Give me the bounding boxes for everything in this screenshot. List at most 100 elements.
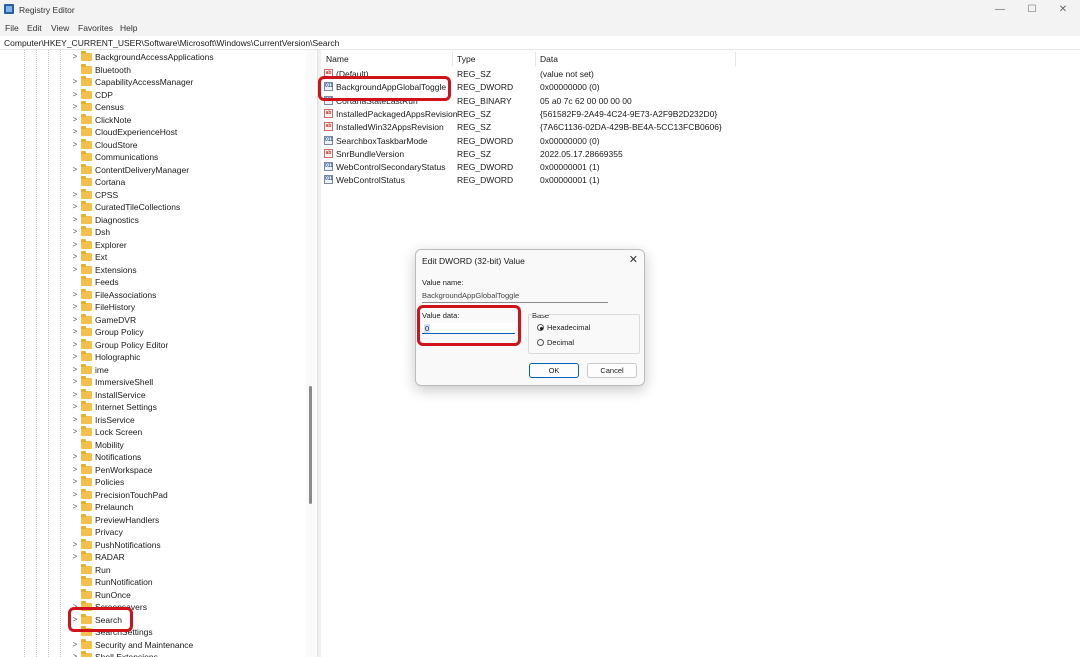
tree-item-label[interactable]: Feeds [95, 277, 119, 287]
address-bar[interactable]: Computer\HKEY_CURRENT_USER\Software\Micr… [0, 36, 1080, 50]
tree-item[interactable]: > CloudStore [0, 138, 300, 152]
close-button[interactable]: ✕ [1055, 3, 1071, 17]
tree-item[interactable]: > GameDVR [0, 313, 300, 327]
chevron-right-icon[interactable]: > [72, 290, 78, 299]
tree-item[interactable]: SearchSettings [0, 626, 300, 639]
decimal-label[interactable]: Decimal [547, 338, 574, 347]
tree-item-label[interactable]: Communications [95, 152, 158, 162]
chevron-right-icon[interactable]: > [72, 352, 78, 361]
chevron-right-icon[interactable]: > [72, 640, 78, 649]
tree-item[interactable]: RunOnce [0, 588, 300, 602]
chevron-right-icon[interactable]: > [72, 390, 78, 399]
tree-item[interactable]: Communications [0, 151, 300, 164]
column-separator[interactable] [452, 52, 453, 66]
tree-item[interactable]: > Group Policy Editor [0, 338, 300, 352]
column-separator[interactable] [535, 52, 536, 66]
value-row[interactable]: 011 SearchboxTaskbarMode REG_DWORD 0x000000… [321, 134, 1080, 147]
tree-item-label[interactable]: Extensions [95, 265, 137, 275]
tree-item-label[interactable]: Dsh [95, 227, 110, 237]
tree-item[interactable]: > Ext [0, 251, 300, 264]
tree-item-label[interactable]: Shell Extensions [95, 652, 158, 657]
chevron-right-icon[interactable]: > [72, 327, 78, 336]
tree-item-label[interactable]: Security and Maintenance [95, 640, 193, 650]
chevron-right-icon[interactable]: > [72, 102, 78, 111]
tree-item[interactable]: > PushNotifications [0, 538, 300, 552]
tree-item[interactable]: > Holographic [0, 351, 300, 364]
tree-item[interactable]: > Policies [0, 476, 300, 489]
chevron-right-icon[interactable]: > [72, 452, 78, 461]
tree-item-label[interactable]: CPSS [95, 190, 118, 200]
tree-item-label[interactable]: ClickNote [95, 115, 131, 125]
chevron-right-icon[interactable]: > [72, 302, 78, 311]
tree-item-label[interactable]: CapabilityAccessManager [95, 77, 193, 87]
tree-item-label[interactable]: RunOnce [95, 590, 131, 600]
address-path[interactable]: Computer\HKEY_CURRENT_USER\Software\Micr… [4, 38, 339, 48]
tree-scrollbar-thumb[interactable] [309, 386, 312, 504]
tree-item[interactable]: Bluetooth [0, 63, 300, 77]
chevron-right-icon[interactable]: > [72, 127, 78, 136]
chevron-right-icon[interactable]: > [72, 540, 78, 549]
tree-item[interactable]: > Notifications [0, 451, 300, 464]
tree-item-label[interactable]: CloudStore [95, 140, 138, 150]
tree-item-label[interactable]: ContentDeliveryManager [95, 165, 189, 175]
tree-item[interactable]: Mobility [0, 438, 300, 452]
chevron-right-icon[interactable]: > [72, 315, 78, 324]
decimal-radio[interactable] [537, 339, 544, 346]
value-name[interactable]: WebControlStatus [336, 175, 405, 185]
tree-item[interactable]: Feeds [0, 276, 300, 289]
tree-item[interactable]: > FileAssociations [0, 288, 300, 302]
menu-view[interactable]: View [51, 23, 69, 33]
value-name[interactable]: SnrBundleVersion [336, 149, 404, 159]
tree-item-label[interactable]: Internet Settings [95, 402, 157, 412]
tree-item[interactable]: > PrecisionTouchPad [0, 488, 300, 502]
tree-item-label[interactable]: Diagnostics [95, 215, 139, 225]
tree-item[interactable]: > BackgroundAccessApplications [0, 51, 300, 64]
tree-item-label[interactable]: Group Policy [95, 327, 144, 337]
chevron-right-icon[interactable]: > [72, 465, 78, 474]
tree-item-label[interactable]: InstallService [95, 390, 146, 400]
chevron-right-icon[interactable]: > [72, 140, 78, 149]
tree-item[interactable]: > FileHistory [0, 301, 300, 314]
tree-item-label[interactable]: Cortana [95, 177, 125, 187]
hexadecimal-label[interactable]: Hexadecimal [547, 323, 590, 332]
tree-item[interactable]: PreviewHandlers [0, 513, 300, 527]
chevron-right-icon[interactable]: > [72, 415, 78, 424]
tree-item[interactable]: > ContentDeliveryManager [0, 163, 300, 177]
tree-item[interactable]: > Lock Screen [0, 426, 300, 439]
value-row[interactable]: ab InstalledWin32AppsRevision REG_SZ {7A6C1… [321, 120, 1080, 133]
tree-item[interactable]: > ime [0, 363, 300, 377]
menu-edit[interactable]: Edit [27, 23, 42, 33]
chevron-right-icon[interactable]: > [72, 52, 78, 61]
value-row[interactable]: ab InstalledPackagedAppsRevision REG_SZ {56… [321, 107, 1080, 120]
chevron-right-icon[interactable]: > [72, 402, 78, 411]
column-header-type[interactable]: Type [457, 54, 475, 64]
chevron-right-icon[interactable]: > [72, 502, 78, 511]
tree-item-label[interactable]: Group Policy Editor [95, 340, 168, 350]
tree-item[interactable]: > Screensavers [0, 601, 300, 614]
chevron-right-icon[interactable]: > [72, 202, 78, 211]
tree-item-label[interactable]: IrisService [95, 415, 135, 425]
tree-item[interactable]: > Explorer [0, 238, 300, 252]
dialog-close-icon[interactable]: ✕ [629, 253, 638, 266]
tree-item[interactable]: > CuratedTileCollections [0, 201, 300, 214]
tree-item[interactable]: > CloudExperienceHost [0, 126, 300, 139]
chevron-right-icon[interactable]: > [72, 90, 78, 99]
ok-button[interactable]: OK [529, 363, 579, 378]
tree-item[interactable]: > CapabilityAccessManager [0, 76, 300, 89]
tree-item[interactable]: Cortana [0, 176, 300, 189]
chevron-right-icon[interactable]: > [72, 377, 78, 386]
tree-item-label[interactable]: Run [95, 565, 111, 575]
menu-file[interactable]: File [5, 23, 19, 33]
menu-help[interactable]: Help [120, 23, 137, 33]
value-name[interactable]: InstalledPackagedAppsRevision [336, 109, 457, 119]
column-header-data[interactable]: Data [540, 54, 558, 64]
tree-item-label[interactable]: RADAR [95, 552, 125, 562]
tree-item[interactable]: > ImmersiveShell [0, 376, 300, 389]
column-separator[interactable] [735, 52, 736, 66]
cancel-button[interactable]: Cancel [587, 363, 637, 378]
chevron-right-icon[interactable]: > [72, 365, 78, 374]
chevron-right-icon[interactable]: > [72, 240, 78, 249]
chevron-right-icon[interactable]: > [72, 165, 78, 174]
hexadecimal-radio[interactable] [537, 324, 544, 331]
tree-item-label[interactable]: Lock Screen [95, 427, 142, 437]
